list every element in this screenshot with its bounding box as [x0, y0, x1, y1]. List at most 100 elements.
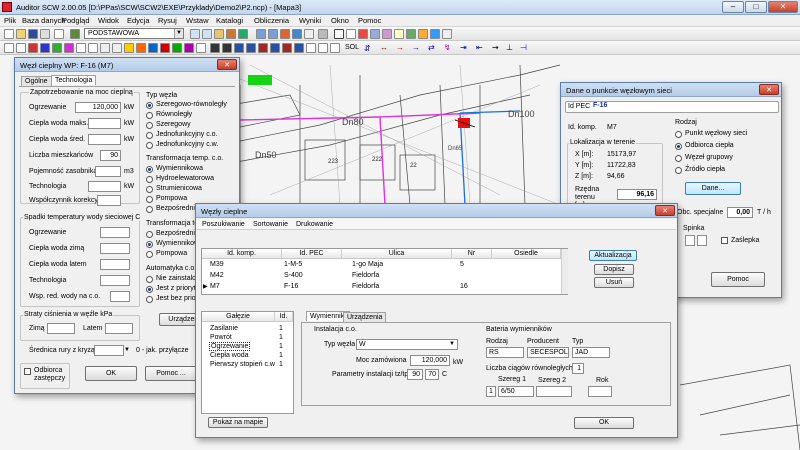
blue-pipe-icon[interactable] — [40, 43, 50, 53]
tab-urzadzenia[interactable]: Urządzenia — [343, 312, 387, 322]
srednica-dropdown-icon[interactable]: ▼ — [124, 347, 130, 353]
menu-edycja[interactable]: Edycja — [127, 16, 150, 25]
tz-input[interactable]: 90 — [407, 369, 423, 380]
odbiorca-checkbox[interactable] — [24, 368, 31, 375]
szereg2-input[interactable] — [536, 386, 572, 397]
mieszkancow-input[interactable]: 90 — [100, 150, 121, 161]
table-row[interactable]: M42 S-400 Fieldorfa — [202, 271, 567, 280]
blue-square-icon[interactable] — [234, 43, 244, 53]
hatch-icon[interactable] — [112, 43, 122, 53]
pan-icon[interactable] — [214, 29, 224, 39]
radio-typ-0[interactable] — [146, 102, 153, 109]
pump-icon[interactable] — [160, 43, 170, 53]
vertical-line-icon[interactable]: ⇵ — [364, 44, 371, 53]
arc-icon[interactable] — [76, 43, 86, 53]
close-icon[interactable]: ✕ — [759, 84, 779, 95]
col-id-komp[interactable]: Id. komp. — [202, 249, 282, 259]
radio-trans-co-3[interactable] — [146, 196, 153, 203]
pipe-icon[interactable] — [292, 29, 302, 39]
menu-pomoc[interactable]: Pomoc — [358, 16, 381, 25]
layer-combo[interactable]: PODSTAWOWA ▼ — [84, 28, 184, 39]
cwu-sr-input[interactable] — [88, 134, 121, 145]
results-icon[interactable] — [430, 29, 440, 39]
col-osiedle[interactable]: Osiedle — [492, 249, 561, 259]
open-folder-icon[interactable] — [16, 29, 26, 39]
list-item-selected[interactable]: Ogrzewanie 1 — [202, 342, 293, 351]
copy-icon[interactable] — [382, 29, 392, 39]
dopisz-button[interactable]: Dopisz — [594, 264, 634, 275]
menu-sortowanie[interactable]: Sortowanie — [253, 221, 288, 228]
tee-icon[interactable]: ⊥ — [506, 43, 513, 52]
list-item[interactable]: Pierwszy stopień c.w 1 — [202, 360, 293, 369]
dane-button[interactable]: Dane... — [685, 182, 741, 195]
select-area-icon[interactable] — [268, 29, 278, 39]
spinka-input-2[interactable] — [697, 235, 707, 246]
radio-trans-co-4[interactable] — [146, 206, 153, 213]
layer-icon[interactable] — [70, 29, 80, 39]
menu-okno[interactable]: Okno — [331, 16, 349, 25]
chamber-icon[interactable] — [184, 43, 194, 53]
radio-rodzaj-0[interactable] — [675, 131, 682, 138]
polyline-icon[interactable] — [16, 43, 26, 53]
rodzaj-input[interactable]: RS — [486, 347, 524, 358]
zaslepka-checkbox[interactable] — [721, 237, 728, 244]
list-item[interactable]: Ciepła woda 1 — [202, 351, 293, 360]
cwu-max-input[interactable] — [88, 118, 121, 129]
radio-rodzaj-2[interactable] — [675, 155, 682, 162]
rok-input[interactable] — [588, 386, 612, 397]
red-square2-icon[interactable] — [282, 43, 292, 53]
radio-typ-4[interactable] — [146, 142, 153, 149]
blue-square3-icon[interactable] — [270, 43, 280, 53]
rect-icon[interactable] — [100, 43, 110, 53]
col-id-pec[interactable]: Id. PEC — [282, 249, 342, 259]
radio-trans-co-0[interactable] — [146, 166, 153, 173]
report-icon[interactable] — [442, 29, 452, 39]
magenta-arrow-icon[interactable]: ↯ — [444, 43, 451, 52]
save-icon[interactable] — [28, 29, 38, 39]
new-file-icon[interactable] — [4, 29, 14, 39]
obc-input[interactable]: 0,00 — [727, 207, 753, 218]
menu-plik[interactable]: Plik — [4, 16, 16, 25]
dots-icon[interactable] — [318, 43, 328, 53]
zoom-in-icon[interactable] — [190, 29, 200, 39]
radio-trans-co-2[interactable] — [146, 186, 153, 193]
wspolczynnik-input[interactable] — [97, 195, 121, 206]
col-galezie[interactable]: Gałęzie — [202, 312, 275, 322]
spadki-latem-input[interactable] — [100, 259, 130, 270]
typ-wezla-select[interactable]: W ▼ — [356, 339, 458, 350]
connect-icon[interactable]: ⊣ — [520, 43, 527, 52]
sol-button[interactable]: SOL — [345, 44, 359, 51]
radio-trans-cw-0[interactable] — [146, 231, 153, 238]
table-row[interactable]: M39 1-M-5 1-go Maja 5 — [202, 260, 567, 269]
menu-drukowanie[interactable]: Drukowanie — [296, 221, 333, 228]
radio-trans-co-1[interactable] — [146, 176, 153, 183]
ogrzewanie-input[interactable]: 120,000 — [75, 102, 121, 113]
srednica-input[interactable] — [94, 345, 124, 356]
radio-typ-2[interactable] — [146, 122, 153, 129]
minimize-button[interactable]: – — [722, 1, 744, 13]
table-scrollbar[interactable] — [561, 249, 568, 294]
zigzag-icon[interactable]: ⇝ — [492, 43, 499, 52]
valve-icon[interactable] — [148, 43, 158, 53]
pokaz-na-mapie-button[interactable]: Pokaż na mapie — [208, 417, 268, 428]
radio-auto-1[interactable] — [146, 286, 153, 293]
measure-icon[interactable] — [304, 29, 314, 39]
calculate-icon[interactable] — [418, 29, 428, 39]
green-pipe-icon[interactable] — [52, 43, 62, 53]
ciagow-input[interactable]: 1 — [572, 363, 584, 374]
wezly-ok-button[interactable]: OK — [574, 417, 634, 429]
refresh-icon[interactable] — [318, 29, 328, 39]
zoom-out-icon[interactable] — [202, 29, 212, 39]
col-nr[interactable]: Nr — [452, 249, 492, 259]
building-icon[interactable] — [124, 43, 134, 53]
properties-icon[interactable] — [394, 29, 404, 39]
red-square-icon[interactable] — [258, 43, 268, 53]
radio-rodzaj-1[interactable] — [675, 143, 682, 150]
close-icon[interactable]: ✕ — [655, 205, 675, 216]
col-ulica[interactable]: Ulica — [342, 249, 452, 259]
spadki-ogrzewanie-input[interactable] — [100, 227, 130, 238]
menu-katalogi[interactable]: Katalogi — [216, 16, 243, 25]
red-arrow-icon[interactable]: ↔ — [380, 43, 388, 52]
grid-icon[interactable] — [238, 29, 248, 39]
maximize-button[interactable]: □ — [745, 1, 767, 13]
